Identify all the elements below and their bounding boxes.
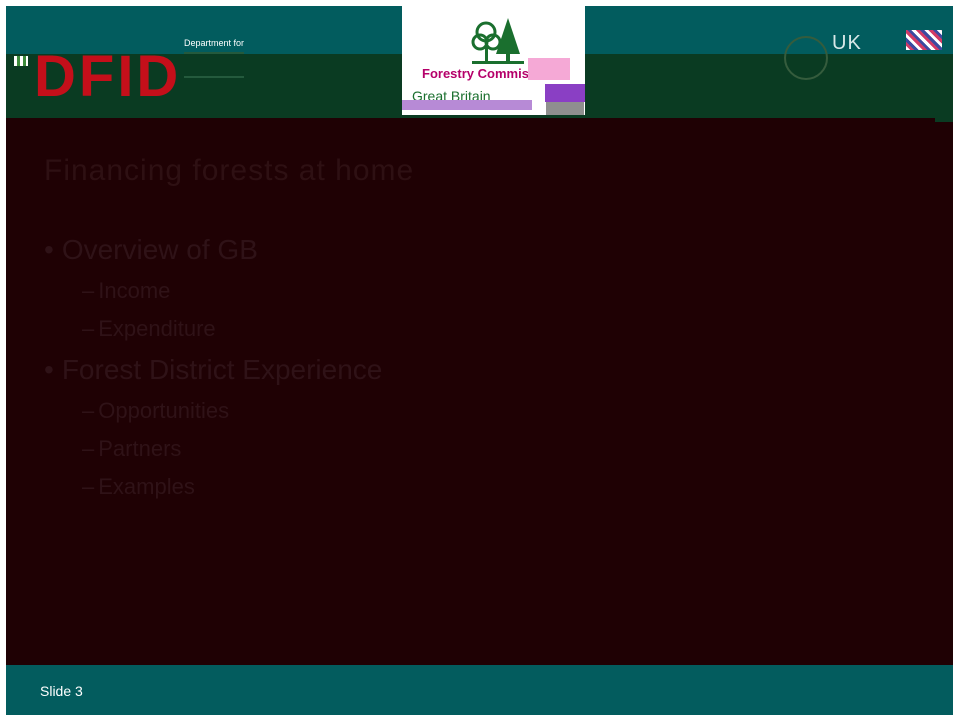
ukaid-logo-text: UK (832, 32, 862, 54)
union-flag-icon (906, 30, 942, 50)
sub-bullet-symbol: – (82, 316, 95, 341)
forestry-commission-logo: Forestry Commis Great Britain (402, 6, 585, 115)
slide-title: Financing forests at home (44, 154, 415, 187)
dfid-logo: DFID Department for (14, 34, 264, 106)
bullet-symbol: • (44, 354, 54, 385)
bullet-item: • Forest District Experience (44, 348, 382, 392)
sub-bullet-item: – Partners (44, 430, 382, 468)
dfid-logo-artifact (14, 56, 28, 66)
bullet-item: • Overview of GB (44, 228, 382, 272)
bullet-group: • Overview of GB – Income – Expenditure (44, 228, 382, 348)
sub-bullet-label: Partners (98, 436, 182, 461)
bullet-group: • Forest District Experience – Opportuniti… (44, 348, 382, 506)
sub-bullet-item: – Expenditure (44, 310, 382, 348)
royal-crest-icon (784, 36, 828, 80)
ukaid-logo: UK (778, 30, 948, 90)
sub-bullet-symbol: – (82, 398, 95, 423)
sub-bullet-item: – Income (44, 272, 382, 310)
logo-artifact-lavender (402, 100, 532, 110)
bullet-label: Forest District Experience (61, 354, 383, 385)
forestry-commission-name: Forestry Commis (422, 66, 529, 81)
dfid-logo-subtitle-lines (184, 52, 244, 78)
slide-number: Slide 3 (40, 683, 83, 699)
sub-bullet-label: Opportunities (98, 398, 230, 423)
sub-bullet-symbol: – (82, 474, 95, 499)
slide: DFID Department for Forestry Commis Grea… (6, 6, 953, 715)
sub-bullet-item: – Opportunities (44, 392, 382, 430)
bullet-symbol: • (44, 234, 54, 265)
sub-bullet-symbol: – (82, 278, 95, 303)
logo-artifact-grey (546, 102, 584, 115)
footer-bar: Slide 3 (6, 665, 953, 715)
sub-bullet-label: Expenditure (98, 316, 216, 341)
header-band-notch (935, 104, 953, 122)
bullet-label: Overview of GB (61, 234, 258, 265)
sub-bullet-item: – Examples (44, 468, 382, 506)
sub-bullet-symbol: – (82, 436, 95, 461)
dfid-logo-letters: DFID (34, 44, 182, 109)
sub-bullet-label: Examples (98, 474, 195, 499)
logo-artifact-pink (528, 58, 570, 80)
tree-icon (471, 18, 524, 64)
logo-artifact-purple (545, 84, 585, 102)
bullet-list: • Overview of GB – Income – Expenditure • Fo… (44, 228, 382, 506)
sub-bullet-label: Income (98, 278, 171, 303)
dfid-logo-department: Department for (184, 38, 245, 48)
